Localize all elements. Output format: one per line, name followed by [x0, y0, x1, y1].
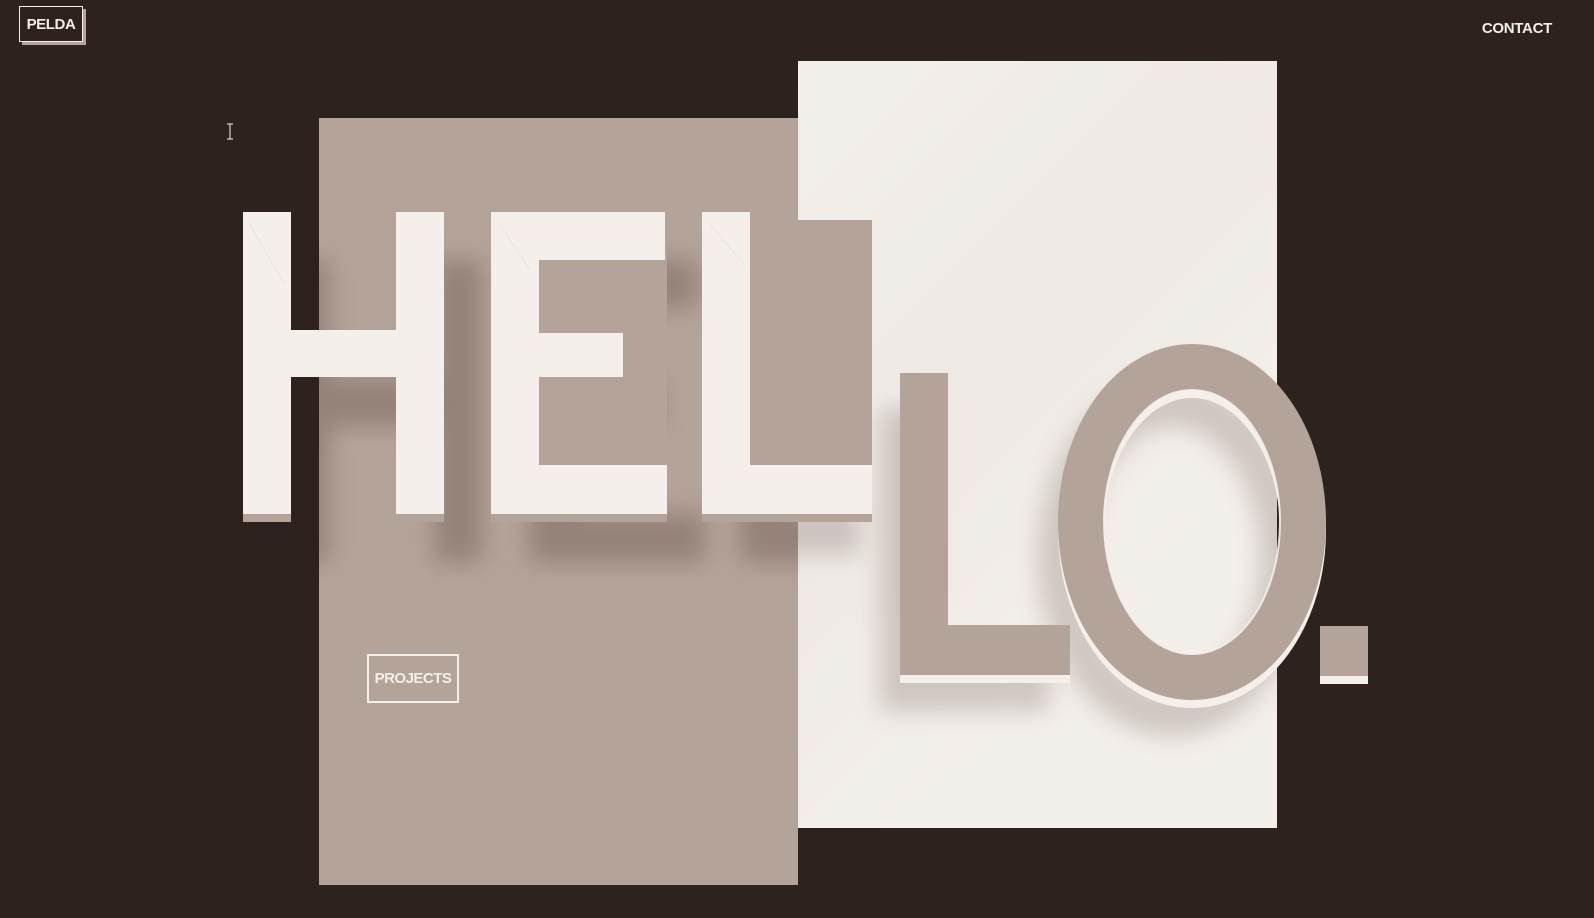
- page: PELDA CONTACT PROJECTS: [0, 0, 1594, 918]
- text-cursor-icon: [227, 123, 233, 140]
- logo-button[interactable]: PELDA: [19, 6, 83, 42]
- hel-letters: [243, 212, 872, 522]
- lo-letters: [900, 344, 1368, 708]
- hello-headline: [243, 212, 1368, 736]
- contact-link[interactable]: CONTACT: [1482, 20, 1552, 37]
- projects-button[interactable]: PROJECTS: [367, 654, 459, 703]
